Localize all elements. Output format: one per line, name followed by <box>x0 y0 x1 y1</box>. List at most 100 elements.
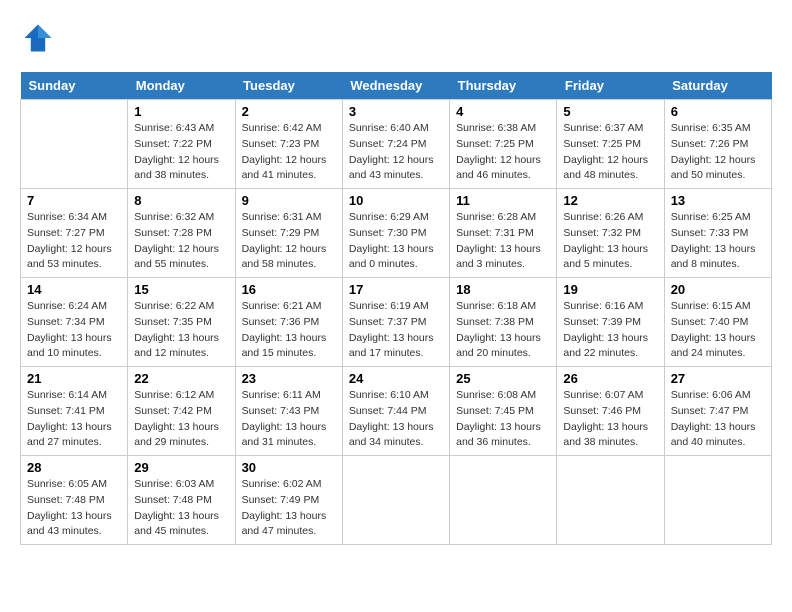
day-info: Sunrise: 6:18 AMSunset: 7:38 PMDaylight:… <box>456 299 550 362</box>
day-info: Sunrise: 6:08 AMSunset: 7:45 PMDaylight:… <box>456 388 550 451</box>
day-number: 25 <box>456 371 550 386</box>
day-number: 18 <box>456 282 550 297</box>
day-number: 20 <box>671 282 765 297</box>
day-info: Sunrise: 6:22 AMSunset: 7:35 PMDaylight:… <box>134 299 228 362</box>
day-number: 29 <box>134 460 228 475</box>
day-number: 24 <box>349 371 443 386</box>
calendar-week-2: 7 Sunrise: 6:34 AMSunset: 7:27 PMDaylight… <box>21 189 772 278</box>
day-info: Sunrise: 6:37 AMSunset: 7:25 PMDaylight:… <box>563 121 657 184</box>
day-number: 12 <box>563 193 657 208</box>
day-number: 26 <box>563 371 657 386</box>
day-info: Sunrise: 6:38 AMSunset: 7:25 PMDaylight:… <box>456 121 550 184</box>
calendar-cell: 15 Sunrise: 6:22 AMSunset: 7:35 PMDayligh… <box>128 278 235 367</box>
day-number: 10 <box>349 193 443 208</box>
calendar-cell: 16 Sunrise: 6:21 AMSunset: 7:36 PMDayligh… <box>235 278 342 367</box>
calendar-cell: 19 Sunrise: 6:16 AMSunset: 7:39 PMDayligh… <box>557 278 664 367</box>
day-info: Sunrise: 6:43 AMSunset: 7:22 PMDaylight:… <box>134 121 228 184</box>
day-number: 15 <box>134 282 228 297</box>
day-info: Sunrise: 6:21 AMSunset: 7:36 PMDaylight:… <box>242 299 336 362</box>
day-header-friday: Friday <box>557 72 664 100</box>
calendar-cell: 4 Sunrise: 6:38 AMSunset: 7:25 PMDaylight… <box>450 100 557 189</box>
day-info: Sunrise: 6:26 AMSunset: 7:32 PMDaylight:… <box>563 210 657 273</box>
day-info: Sunrise: 6:11 AMSunset: 7:43 PMDaylight:… <box>242 388 336 451</box>
day-header-sunday: Sunday <box>21 72 128 100</box>
day-header-monday: Monday <box>128 72 235 100</box>
day-info: Sunrise: 6:42 AMSunset: 7:23 PMDaylight:… <box>242 121 336 184</box>
day-number: 21 <box>27 371 121 386</box>
calendar-cell: 2 Sunrise: 6:42 AMSunset: 7:23 PMDaylight… <box>235 100 342 189</box>
day-info: Sunrise: 6:29 AMSunset: 7:30 PMDaylight:… <box>349 210 443 273</box>
day-number: 5 <box>563 104 657 119</box>
day-number: 17 <box>349 282 443 297</box>
calendar-cell: 14 Sunrise: 6:24 AMSunset: 7:34 PMDayligh… <box>21 278 128 367</box>
calendar-cell: 10 Sunrise: 6:29 AMSunset: 7:30 PMDayligh… <box>342 189 449 278</box>
calendar-cell <box>557 456 664 545</box>
day-number: 7 <box>27 193 121 208</box>
calendar-cell: 22 Sunrise: 6:12 AMSunset: 7:42 PMDayligh… <box>128 367 235 456</box>
day-header-saturday: Saturday <box>664 72 771 100</box>
day-number: 4 <box>456 104 550 119</box>
day-header-thursday: Thursday <box>450 72 557 100</box>
calendar-cell: 6Sunrise: 6:35 AMSunset: 7:26 PMDaylight… <box>664 100 771 189</box>
calendar-cell: 30Sunrise: 6:02 AMSunset: 7:49 PMDayligh… <box>235 456 342 545</box>
day-number: 9 <box>242 193 336 208</box>
day-number: 30 <box>242 460 336 475</box>
day-number: 28 <box>27 460 121 475</box>
day-info: Sunrise: 6:07 AMSunset: 7:46 PMDaylight:… <box>563 388 657 451</box>
day-number: 3 <box>349 104 443 119</box>
day-number: 27 <box>671 371 765 386</box>
day-info: Sunrise: 6:05 AMSunset: 7:48 PMDaylight:… <box>27 477 121 540</box>
day-info: Sunrise: 6:16 AMSunset: 7:39 PMDaylight:… <box>563 299 657 362</box>
calendar-table: SundayMondayTuesdayWednesdayThursdayFrid… <box>20 72 772 545</box>
day-info: Sunrise: 6:24 AMSunset: 7:34 PMDaylight:… <box>27 299 121 362</box>
day-info: Sunrise: 6:12 AMSunset: 7:42 PMDaylight:… <box>134 388 228 451</box>
day-info: Sunrise: 6:31 AMSunset: 7:29 PMDaylight:… <box>242 210 336 273</box>
day-number: 6 <box>671 104 765 119</box>
calendar-cell: 29 Sunrise: 6:03 AMSunset: 7:48 PMDayligh… <box>128 456 235 545</box>
calendar-cell: 7 Sunrise: 6:34 AMSunset: 7:27 PMDaylight… <box>21 189 128 278</box>
calendar-cell: 27 Sunrise: 6:06 AMSunset: 7:47 PMDayligh… <box>664 367 771 456</box>
calendar-cell: 20 Sunrise: 6:15 AMSunset: 7:40 PMDayligh… <box>664 278 771 367</box>
calendar-cell: 18 Sunrise: 6:18 AMSunset: 7:38 PMDayligh… <box>450 278 557 367</box>
calendar-cell: 26 Sunrise: 6:07 AMSunset: 7:46 PMDayligh… <box>557 367 664 456</box>
calendar-week-3: 14 Sunrise: 6:24 AMSunset: 7:34 PMDayligh… <box>21 278 772 367</box>
day-number: 22 <box>134 371 228 386</box>
calendar-cell: 3Sunrise: 6:40 AMSunset: 7:24 PMDaylight… <box>342 100 449 189</box>
day-header-tuesday: Tuesday <box>235 72 342 100</box>
calendar-header-row: SundayMondayTuesdayWednesdayThursdayFrid… <box>21 72 772 100</box>
calendar-week-1: 1 Sunrise: 6:43 AMSunset: 7:22 PMDaylight… <box>21 100 772 189</box>
day-info: Sunrise: 6:15 AMSunset: 7:40 PMDaylight:… <box>671 299 765 362</box>
calendar-cell: 9 Sunrise: 6:31 AMSunset: 7:29 PMDaylight… <box>235 189 342 278</box>
calendar-week-4: 21Sunrise: 6:14 AMSunset: 7:41 PMDayligh… <box>21 367 772 456</box>
day-info: Sunrise: 6:25 AMSunset: 7:33 PMDaylight:… <box>671 210 765 273</box>
calendar-cell: 21Sunrise: 6:14 AMSunset: 7:41 PMDayligh… <box>21 367 128 456</box>
calendar-cell: 17Sunrise: 6:19 AMSunset: 7:37 PMDayligh… <box>342 278 449 367</box>
day-info: Sunrise: 6:32 AMSunset: 7:28 PMDaylight:… <box>134 210 228 273</box>
calendar-cell <box>21 100 128 189</box>
day-number: 16 <box>242 282 336 297</box>
calendar-cell: 28 Sunrise: 6:05 AMSunset: 7:48 PMDayligh… <box>21 456 128 545</box>
calendar-cell: 25 Sunrise: 6:08 AMSunset: 7:45 PMDayligh… <box>450 367 557 456</box>
calendar-cell: 8Sunrise: 6:32 AMSunset: 7:28 PMDaylight… <box>128 189 235 278</box>
page-header <box>20 20 772 56</box>
calendar-cell: 13 Sunrise: 6:25 AMSunset: 7:33 PMDayligh… <box>664 189 771 278</box>
day-number: 11 <box>456 193 550 208</box>
calendar-week-5: 28 Sunrise: 6:05 AMSunset: 7:48 PMDayligh… <box>21 456 772 545</box>
calendar-cell <box>450 456 557 545</box>
day-number: 1 <box>134 104 228 119</box>
day-number: 13 <box>671 193 765 208</box>
calendar-cell: 23 Sunrise: 6:11 AMSunset: 7:43 PMDayligh… <box>235 367 342 456</box>
day-info: Sunrise: 6:10 AMSunset: 7:44 PMDaylight:… <box>349 388 443 451</box>
day-number: 23 <box>242 371 336 386</box>
calendar-cell: 11Sunrise: 6:28 AMSunset: 7:31 PMDayligh… <box>450 189 557 278</box>
day-header-wednesday: Wednesday <box>342 72 449 100</box>
day-number: 19 <box>563 282 657 297</box>
day-number: 14 <box>27 282 121 297</box>
calendar-cell <box>664 456 771 545</box>
day-info: Sunrise: 6:06 AMSunset: 7:47 PMDaylight:… <box>671 388 765 451</box>
day-info: Sunrise: 6:03 AMSunset: 7:48 PMDaylight:… <box>134 477 228 540</box>
logo-icon <box>20 20 56 56</box>
day-info: Sunrise: 6:34 AMSunset: 7:27 PMDaylight:… <box>27 210 121 273</box>
day-number: 2 <box>242 104 336 119</box>
logo <box>20 20 60 56</box>
